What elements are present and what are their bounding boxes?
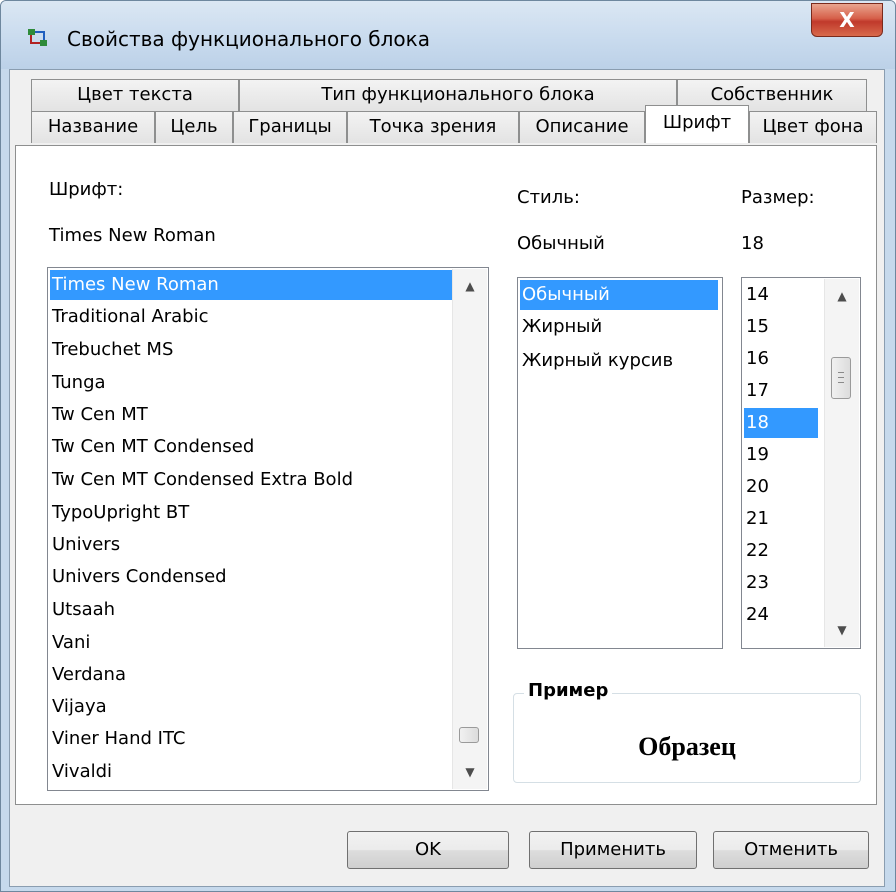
list-item[interactable]: 24 — [744, 600, 769, 630]
list-item[interactable]: 16 — [744, 344, 769, 374]
tab-name[interactable]: Название — [31, 111, 155, 143]
list-item[interactable]: 15 — [744, 312, 769, 342]
preview-sample-text: Образец — [638, 732, 736, 761]
list-item[interactable]: 17 — [744, 376, 769, 406]
style-current-value: Обычный — [517, 233, 605, 254]
style-label: Стиль: — [517, 187, 580, 208]
list-item[interactable]: Univers Condensed — [50, 562, 227, 592]
preview-title: Пример — [524, 680, 613, 701]
scroll-down-icon[interactable]: ▼ — [453, 757, 487, 787]
list-item[interactable]: 14 — [744, 280, 769, 310]
font-current-value: Times New Roman — [49, 225, 216, 246]
scroll-down-icon[interactable]: ▼ — [825, 615, 859, 645]
list-item[interactable]: Verdana — [50, 660, 126, 690]
thumb-grip — [838, 372, 844, 373]
dialog-window: Свойства функционального блока X Цвет те… — [0, 0, 896, 892]
scroll-thumb[interactable] — [459, 727, 479, 743]
list-item[interactable]: 22 — [744, 536, 769, 566]
list-item[interactable]: Vijaya — [50, 692, 107, 722]
tab-goal[interactable]: Цель — [155, 111, 233, 143]
size-list-scrollbar[interactable]: ▲ ▼ — [824, 279, 859, 647]
scroll-up-icon[interactable]: ▲ — [453, 271, 487, 301]
close-icon: X — [839, 8, 855, 32]
function-block-icon — [25, 27, 51, 49]
list-item[interactable]: Жирный курсив — [520, 346, 673, 376]
apply-button[interactable]: Применить — [529, 831, 697, 869]
list-item[interactable]: Viner Hand ITC — [50, 724, 185, 754]
list-item[interactable]: Жирный — [520, 312, 602, 342]
tab-function-block-type[interactable]: Тип функционального блока — [239, 79, 677, 111]
size-label: Размер: — [741, 187, 815, 208]
list-item[interactable]: Times New Roman — [50, 270, 452, 300]
list-item[interactable]: Tw Cen MT Condensed — [50, 432, 254, 462]
scroll-up-icon[interactable]: ▲ — [825, 281, 859, 311]
font-list-scrollbar[interactable]: ▲ ▼ — [452, 269, 487, 789]
tab-bounds[interactable]: Границы — [233, 111, 347, 143]
tab-viewpoint[interactable]: Точка зрения — [347, 111, 519, 143]
close-button[interactable]: X — [811, 3, 883, 37]
thumb-grip — [838, 377, 844, 378]
font-label: Шрифт: — [49, 179, 124, 200]
size-listbox[interactable]: 14 15 16 17 18 19 20 21 22 23 24 ▲ ▼ — [741, 277, 861, 649]
list-item[interactable]: Traditional Arabic — [50, 302, 209, 332]
tab-background-color[interactable]: Цвет фона — [749, 111, 877, 143]
size-current-value: 18 — [741, 233, 764, 254]
list-item[interactable]: Utsaah — [50, 595, 115, 625]
title-bar[interactable]: Свойства функционального блока X — [1, 1, 895, 69]
list-item[interactable]: 18 — [744, 408, 818, 438]
list-item[interactable]: 20 — [744, 472, 769, 502]
list-item[interactable]: Vani — [50, 628, 90, 658]
tab-text-color[interactable]: Цвет текста — [31, 79, 239, 111]
list-item[interactable]: Обычный — [520, 280, 718, 310]
preview-group: Пример Образец — [513, 680, 861, 783]
tab-description[interactable]: Описание — [519, 111, 645, 143]
list-item[interactable]: 23 — [744, 568, 769, 598]
list-item[interactable]: Vivaldi — [50, 757, 112, 787]
scroll-thumb[interactable] — [831, 357, 851, 399]
tab-font[interactable]: Шрифт — [645, 105, 749, 143]
window-title: Свойства функционального блока — [67, 27, 430, 51]
list-item[interactable]: Tw Cen MT Condensed Extra Bold — [50, 465, 353, 495]
list-item[interactable]: Tunga — [50, 368, 106, 398]
list-item[interactable]: 19 — [744, 440, 769, 470]
list-item[interactable]: Tw Cen MT — [50, 400, 148, 430]
style-listbox[interactable]: Обычный Жирный Жирный курсив — [517, 277, 723, 649]
thumb-grip — [838, 382, 844, 383]
cancel-button[interactable]: Отменить — [713, 831, 869, 869]
list-item[interactable]: 21 — [744, 504, 769, 534]
list-item[interactable]: Trebuchet MS — [50, 335, 173, 365]
font-listbox[interactable]: Times New Roman Traditional Arabic Trebu… — [47, 267, 489, 791]
list-item[interactable]: Univers — [50, 530, 120, 560]
ok-button[interactable]: OK — [347, 831, 509, 869]
list-item[interactable]: TypoUpright BT — [50, 498, 189, 528]
